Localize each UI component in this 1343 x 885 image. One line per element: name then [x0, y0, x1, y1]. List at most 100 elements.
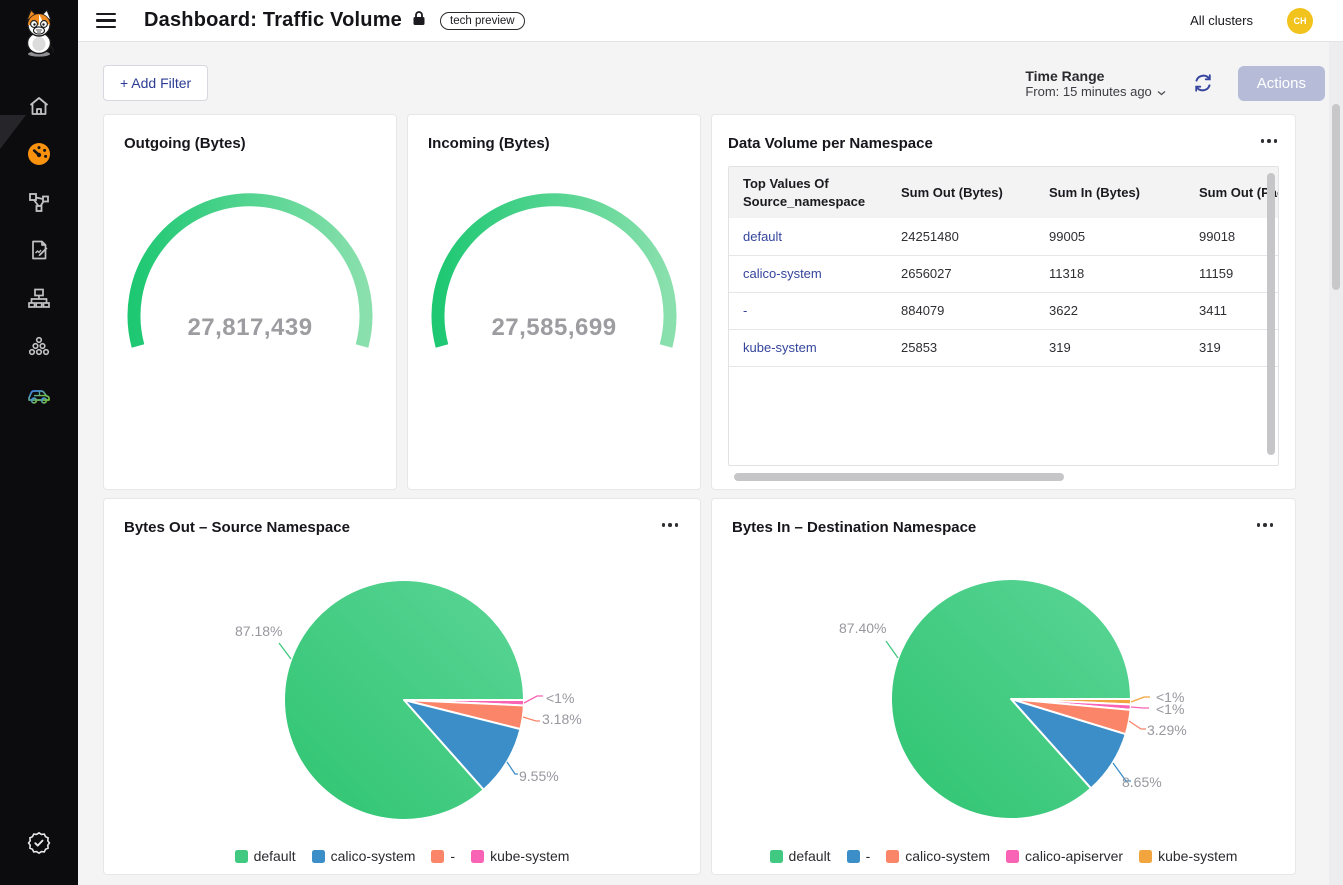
table-cell: 25853	[887, 329, 1035, 366]
lock-icon	[412, 10, 426, 31]
legend-item-default[interactable]: default	[770, 848, 831, 864]
pie-label: 9.55%	[519, 768, 559, 784]
legend-label: -	[450, 848, 455, 864]
legend-swatch	[847, 850, 860, 863]
legend-label: kube-system	[490, 848, 569, 864]
column-header: Sum In (Bytes)	[1035, 167, 1185, 218]
time-range-value: From: 15 minutes ago	[1025, 84, 1151, 99]
table-row: -88407936223411	[729, 292, 1279, 329]
sidebar-item-nodes[interactable]	[15, 274, 63, 322]
legend-item-calico-system[interactable]: calico-system	[886, 848, 990, 864]
pie-label: 8.65%	[1122, 774, 1162, 790]
topbar: Dashboard: Traffic Volume tech preview A…	[78, 0, 1343, 42]
card-title: Data Volume per Namespace	[728, 133, 933, 154]
namespace-link[interactable]: calico-system	[743, 266, 822, 281]
sidebar-item-clusters[interactable]	[15, 322, 63, 370]
table-cell: 884079	[887, 292, 1035, 329]
refresh-button[interactable]	[1192, 72, 1214, 94]
legend-swatch	[471, 850, 484, 863]
pie-label: 87.40%	[839, 620, 886, 636]
namespace-link[interactable]: kube-system	[743, 340, 817, 355]
table-cell: 99005	[1035, 218, 1185, 255]
outgoing-gauge: 27,817,439	[116, 166, 384, 356]
card-menu-button[interactable]	[660, 517, 681, 533]
legend-swatch	[886, 850, 899, 863]
traffic-car-icon	[26, 381, 52, 407]
dashboard-row-1: Outgoing (Bytes) 27,817,439	[103, 114, 1296, 490]
data-volume-card: Data Volume per Namespace Top Values Of …	[711, 114, 1296, 490]
column-header: Sum Out (Packet	[1185, 167, 1279, 218]
legend-label: kube-system	[1158, 848, 1237, 864]
legend-swatch	[312, 850, 325, 863]
card-menu-button[interactable]	[1259, 133, 1280, 149]
table-cell: 99018	[1185, 218, 1279, 255]
gauge-value: 27,585,699	[420, 314, 688, 342]
card-title: Outgoing (Bytes)	[124, 133, 376, 154]
namespace-table-body: default 242514809900599018 calico-system 26…	[729, 218, 1279, 366]
content-area: + Add Filter Time Range From: 15 minutes…	[78, 42, 1343, 885]
legend-label: -	[866, 848, 871, 864]
card-title: Incoming (Bytes)	[428, 133, 680, 154]
sidebar-item-verified[interactable]	[15, 819, 63, 867]
legend-item-kube-system[interactable]: kube-system	[1139, 848, 1237, 864]
hamburger-menu-button[interactable]	[96, 9, 120, 33]
bytes-out-pie-chart: 87.18% <1% 3.18% 9.55%	[124, 540, 680, 846]
add-filter-button[interactable]: + Add Filter	[103, 65, 208, 101]
legend-label: default	[789, 848, 831, 864]
page-scrollbar-thumb[interactable]	[1332, 104, 1340, 290]
table-cell: 2656027	[887, 255, 1035, 292]
pie-label: <1%	[1156, 701, 1184, 717]
table-horizontal-scrollbar-thumb[interactable]	[734, 473, 1064, 481]
legend-item--[interactable]: -	[847, 848, 871, 864]
calico-cat-logo[interactable]	[17, 8, 61, 58]
page-title: Dashboard: Traffic Volume	[144, 9, 402, 32]
filter-bar: + Add Filter Time Range From: 15 minutes…	[103, 64, 1325, 102]
legend-label: calico-system	[905, 848, 990, 864]
table-row: kube-system25853319319	[729, 329, 1279, 366]
actions-button[interactable]: Actions	[1238, 66, 1325, 101]
legend-item--[interactable]: -	[431, 848, 455, 864]
column-header: Sum Out (Bytes)	[887, 167, 1035, 218]
table-header-row: Top Values Of Source_namespace Sum Out (…	[729, 167, 1279, 218]
table-cell: 319	[1035, 329, 1185, 366]
card-title: Bytes In – Destination Namespace	[732, 517, 976, 538]
avatar[interactable]: CH	[1287, 8, 1313, 34]
legend-label: calico-apiserver	[1025, 848, 1123, 864]
sidebar-item-service-graph[interactable]	[15, 178, 63, 226]
table-cell: 319	[1185, 329, 1279, 366]
nodes-topology-icon	[27, 286, 51, 310]
legend-swatch	[431, 850, 444, 863]
table-cell: 3622	[1035, 292, 1185, 329]
card-title: Bytes Out – Source Namespace	[124, 517, 350, 538]
table-cell: 11318	[1035, 255, 1185, 292]
sidebar	[0, 0, 78, 885]
card-menu-button[interactable]	[1255, 517, 1276, 533]
table-vertical-scrollbar[interactable]	[1267, 173, 1275, 455]
namespace-link[interactable]: default	[743, 229, 782, 244]
sidebar-item-traffic[interactable]	[15, 370, 63, 418]
pie-label: <1%	[546, 690, 574, 706]
legend-label: calico-system	[331, 848, 416, 864]
legend-item-calico-apiserver[interactable]: calico-apiserver	[1006, 848, 1123, 864]
column-header: Top Values Of Source_namespace	[729, 167, 887, 218]
legend-item-default[interactable]: default	[235, 848, 296, 864]
namespace-link[interactable]: -	[743, 303, 747, 318]
main-column: Dashboard: Traffic Volume tech preview A…	[78, 0, 1343, 885]
legend-item-calico-system[interactable]: calico-system	[312, 848, 416, 864]
legend-swatch	[235, 850, 248, 863]
service-graph-icon	[27, 190, 51, 214]
bytes-out-pie-card: Bytes Out – Source Namespace	[103, 498, 701, 875]
time-range-selector[interactable]: Time Range From: 15 minutes ago	[1025, 68, 1165, 99]
page-scrollbar	[1329, 42, 1343, 885]
table-cell: 11159	[1185, 255, 1279, 292]
verified-badge-icon	[26, 830, 52, 856]
cluster-selector[interactable]: All clusters	[1190, 13, 1253, 28]
incoming-gauge: 27,585,699	[420, 166, 688, 356]
clusters-icon	[27, 334, 51, 358]
table-horizontal-scrollbar	[728, 473, 1279, 481]
sidebar-item-reports[interactable]	[15, 226, 63, 274]
legend-swatch	[1139, 850, 1152, 863]
home-icon	[27, 94, 51, 118]
table-cell: 24251480	[887, 218, 1035, 255]
legend-item-kube-system[interactable]: kube-system	[471, 848, 569, 864]
